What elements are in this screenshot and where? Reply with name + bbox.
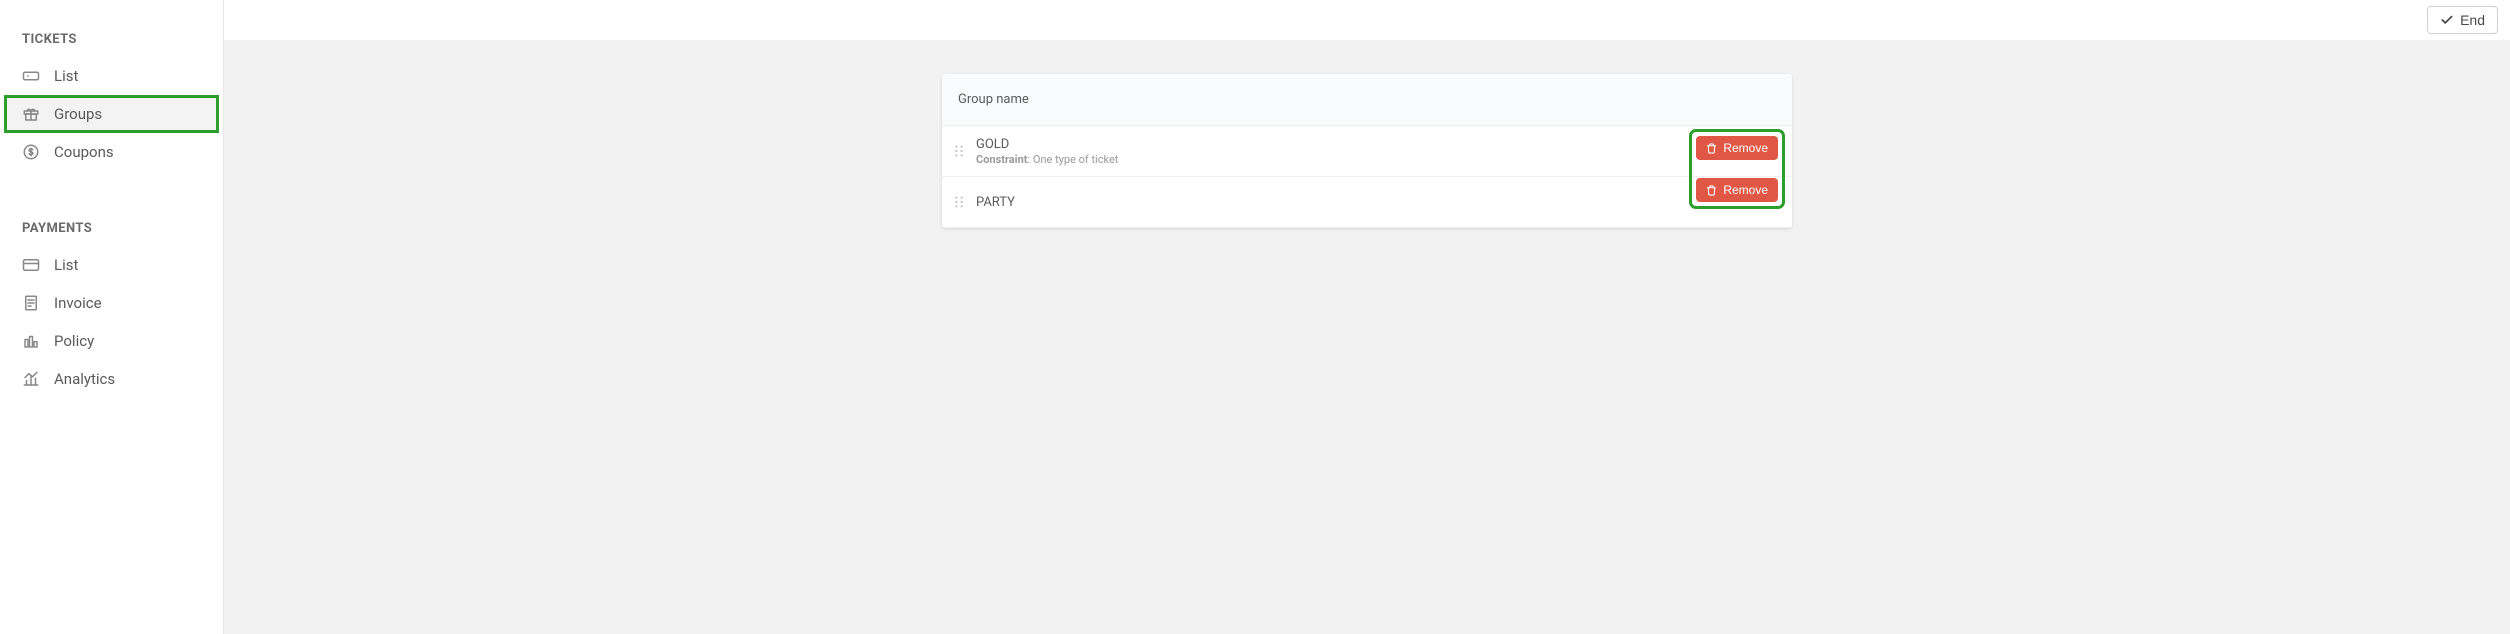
sidebar-item-label: Coupons: [54, 143, 114, 161]
sidebar-item-label: Groups: [54, 105, 102, 123]
dollar-circle-icon: [22, 143, 40, 161]
group-name: PARTY: [976, 195, 1766, 210]
remove-button[interactable]: Remove: [1696, 136, 1778, 160]
end-button[interactable]: End: [2427, 6, 2498, 34]
sidebar-item-tickets-coupons[interactable]: Coupons: [0, 133, 223, 171]
sidebar-item-label: Policy: [54, 332, 94, 350]
groups-card: Group name GOLD Constraint: One type of …: [942, 74, 1792, 228]
sidebar: TICKETS List Groups Coupons: [0, 0, 224, 634]
sidebar-item-payments-invoice[interactable]: Invoice: [0, 284, 223, 322]
credit-card-icon: [22, 256, 40, 274]
remove-button-label: Remove: [1723, 183, 1768, 197]
invoice-icon: [22, 294, 40, 312]
sidebar-section-tickets: TICKETS List Groups Coupons: [0, 22, 223, 171]
constraint-value: One type of ticket: [1033, 153, 1119, 166]
main: End Group name GOLD Constraint: One type…: [224, 0, 2510, 634]
group-row: PARTY: [942, 177, 1792, 228]
sidebar-item-payments-policy[interactable]: Policy: [0, 322, 223, 360]
sidebar-title-payments: PAYMENTS: [0, 211, 223, 246]
group-text: PARTY: [976, 195, 1766, 210]
trash-icon: [1706, 185, 1717, 196]
policy-icon: [22, 332, 40, 350]
sidebar-item-tickets-list[interactable]: List: [0, 57, 223, 95]
trash-icon: [1706, 143, 1717, 154]
group-row: GOLD Constraint: One type of ticket: [942, 126, 1792, 177]
group-constraint: Constraint: One type of ticket: [976, 153, 1766, 166]
sidebar-item-label: Invoice: [54, 294, 102, 312]
sidebar-item-tickets-groups[interactable]: Groups: [4, 95, 219, 133]
sidebar-section-payments: PAYMENTS List Invoice Policy: [0, 211, 223, 398]
content-area: Group name GOLD Constraint: One type of …: [224, 40, 2510, 634]
analytics-icon: [22, 370, 40, 388]
check-icon: [2440, 13, 2454, 27]
group-name: GOLD: [976, 137, 1766, 152]
card-header: Group name: [942, 74, 1792, 126]
ticket-icon: [22, 67, 40, 85]
sidebar-item-label: List: [54, 256, 78, 274]
sidebar-item-payments-analytics[interactable]: Analytics: [0, 360, 223, 398]
constraint-label: Constraint: [976, 153, 1027, 166]
sidebar-item-label: Analytics: [54, 370, 115, 388]
drag-handle-icon[interactable]: [952, 144, 966, 158]
remove-actions-highlight: Remove Remove: [1694, 134, 1780, 204]
group-text: GOLD Constraint: One type of ticket: [976, 137, 1766, 166]
remove-button[interactable]: Remove: [1696, 178, 1778, 202]
gift-icon: [22, 105, 40, 123]
end-button-label: End: [2460, 12, 2485, 28]
topbar: End: [224, 0, 2510, 40]
sidebar-item-payments-list[interactable]: List: [0, 246, 223, 284]
remove-button-label: Remove: [1723, 141, 1768, 155]
sidebar-title-tickets: TICKETS: [0, 22, 223, 57]
drag-handle-icon[interactable]: [952, 195, 966, 209]
sidebar-item-label: List: [54, 67, 78, 85]
